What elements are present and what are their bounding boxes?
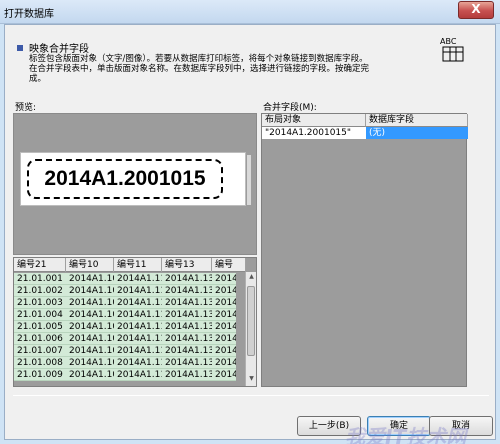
grid-cell: 2014A1.11 (117, 298, 162, 308)
grid-cell: 2014A1.10 (69, 310, 114, 320)
grid-header-col-2[interactable]: 编号10 (66, 258, 114, 272)
back-button[interactable]: 上一步(B) (297, 416, 361, 436)
grid-cell: 21.01.007 (17, 346, 63, 356)
grid-cell: 2014A1.10 (69, 322, 114, 332)
grid-cell: 2014A (215, 286, 236, 296)
grid-cell: 2014A1.13 (165, 370, 212, 380)
grid-cell: 2014A1.10 (69, 274, 114, 284)
window-title: 打开数据库 (4, 9, 54, 20)
grid-cell: 2014A (215, 322, 236, 332)
table-row[interactable]: 21.01.009 2014A1.102014A1.112014A1.132014… (14, 369, 236, 381)
abc-icon-text: ABC (440, 37, 457, 46)
grid-cell: 2014A1.10 (69, 334, 114, 344)
label-preview: 2014A1.2001015 (20, 152, 251, 206)
grid-cell: 2014A1.10 (69, 358, 114, 368)
scroll-down-arrow-icon[interactable]: ▼ (247, 375, 256, 385)
grid-cell: 2014A (215, 298, 236, 308)
preview-pane: 2014A1.2001015 (13, 113, 257, 255)
divider (13, 395, 489, 396)
merge-header-database-field[interactable]: 数据库字段 (366, 114, 468, 127)
grid-cell: 2014A (215, 274, 236, 284)
grid-cell: 2014A1.11 (117, 346, 162, 356)
grid-cell: 2014A1.13 (165, 346, 212, 356)
merge-row-layout-object[interactable]: "2014A1.2001015" (262, 127, 366, 139)
merge-header-layout-object[interactable]: 布局对象 (262, 114, 366, 127)
scroll-thumb[interactable] (247, 286, 255, 356)
grid-cell: 2014A1.10 (69, 346, 114, 356)
section-title: 映象合并字段 (29, 44, 89, 55)
grid-cell: 2014A (215, 370, 236, 380)
grid-cell: 2014A1.13 (165, 322, 212, 332)
dialog-body: 映象合并字段 标签包含版面对象（文字/图像）。若要从数据库打印标签，将每个对象链… (4, 24, 496, 444)
abc-table-icon: ABC (440, 37, 464, 62)
grid-cell: 2014A1.13 (165, 358, 212, 368)
ok-button[interactable]: 确定 (367, 416, 431, 436)
grid-cell: 2014A1.13 (165, 298, 212, 308)
grid-cell: 2014A (215, 358, 236, 368)
grid-cell: 2014A1.11 (117, 334, 162, 344)
grid-cell: 21.01.008 (17, 358, 63, 368)
grid-vertical-scrollbar[interactable]: ▲ ▼ (245, 272, 256, 386)
grid-cell: 2014A (215, 346, 236, 356)
grid-cell: 21.01.004 (17, 310, 63, 320)
grid-cell: 2014A1.11 (117, 274, 162, 284)
grid-cell: 21.01.006 (17, 334, 63, 344)
grid-cell: 2014A (215, 310, 236, 320)
grid-cell: 2014A1.13 (165, 274, 212, 284)
grid-header-col-4[interactable]: 编号13 (162, 258, 212, 272)
grid-cell: 21.01.003 (17, 298, 63, 308)
table-row[interactable]: 21.01.004 2014A1.102014A1.112014A1.132014… (14, 309, 236, 321)
grid-cell: 21.01.009 (17, 370, 63, 380)
desc-line-1: 标签包含版面对象（文字/图像）。若要从数据库打印标签，将每个对象链接到数据库字段… (29, 54, 368, 64)
grid-cell: 2014A1.13 (165, 310, 212, 320)
grid-cell: 2014A1.11 (117, 322, 162, 332)
table-row[interactable]: 21.01.006 2014A1.102014A1.112014A1.132014… (14, 333, 236, 345)
desc-line-2: 在合并字段表中，单击版面对象名称。在数据库字段列中，选择进行链接的字段。按确定完 (29, 64, 370, 74)
desc-line-3: 成。 (29, 74, 47, 84)
title-bar: 打开数据库 X (0, 0, 500, 24)
grid-cell: 2014A1.13 (165, 286, 212, 296)
merge-row-database-field-select[interactable]: (无) (366, 127, 468, 139)
grid-cell: 21.01.001 (17, 274, 63, 284)
table-row[interactable]: 21.01.005 2014A1.102014A1.112014A1.132014… (14, 321, 236, 333)
grid-cell: 2014A1.11 (117, 286, 162, 296)
close-button[interactable]: X (458, 1, 494, 19)
table-row[interactable]: 21.01.008 2014A1.102014A1.112014A1.132014… (14, 357, 236, 369)
table-row[interactable]: 21.01.001 2014A1.102014A1.112014A1.132014… (14, 273, 236, 285)
grid-cell: 2014A1.10 (69, 286, 114, 296)
grid-cell: 2014A1.11 (117, 310, 162, 320)
grid-cell: 2014A1.10 (69, 298, 114, 308)
preview-label: 预览: (15, 103, 37, 113)
data-grid[interactable]: 编号21 编号10 编号11 编号13 编号 21.01.001 2014A1.1… (13, 257, 257, 387)
table-row[interactable]: 21.01.003 2014A1.102014A1.112014A1.132014… (14, 297, 236, 309)
grid-header-col-5[interactable]: 编号 (212, 258, 246, 272)
merge-fields-table[interactable]: 布局对象 数据库字段 "2014A1.2001015" (无) (261, 113, 468, 387)
grid-cell: 2014A1.11 (117, 370, 162, 380)
grid-cell: 2014A (215, 334, 236, 344)
grid-header-col-1[interactable]: 编号21 (14, 258, 66, 272)
grid-cell: 2014A1.10 (69, 370, 114, 380)
section-description: 标签包含版面对象（文字/图像）。若要从数据库打印标签，将每个对象链接到数据库字段… (29, 54, 429, 84)
grid-header-col-3[interactable]: 编号11 (114, 258, 162, 272)
section-bullet-icon (17, 45, 23, 51)
merge-fields-label: 合并字段(M): (263, 103, 317, 113)
table-row[interactable]: 21.01.002 2014A1.102014A1.112014A1.132014… (14, 285, 236, 297)
grid-header: 编号21 编号10 编号11 编号13 编号 (14, 258, 246, 272)
scroll-up-arrow-icon[interactable]: ▲ (247, 273, 256, 283)
grid-cell: 2014A1.11 (117, 358, 162, 368)
table-row[interactable]: 21.01.007 2014A1.102014A1.112014A1.132014… (14, 345, 236, 357)
cancel-button[interactable]: 取消 (429, 416, 493, 436)
grid-cell: 21.01.002 (17, 286, 63, 296)
grid-cell: 21.01.005 (17, 322, 63, 332)
label-text-object[interactable]: 2014A1.2001015 (27, 159, 223, 199)
grid-cell: 2014A1.13 (165, 334, 212, 344)
